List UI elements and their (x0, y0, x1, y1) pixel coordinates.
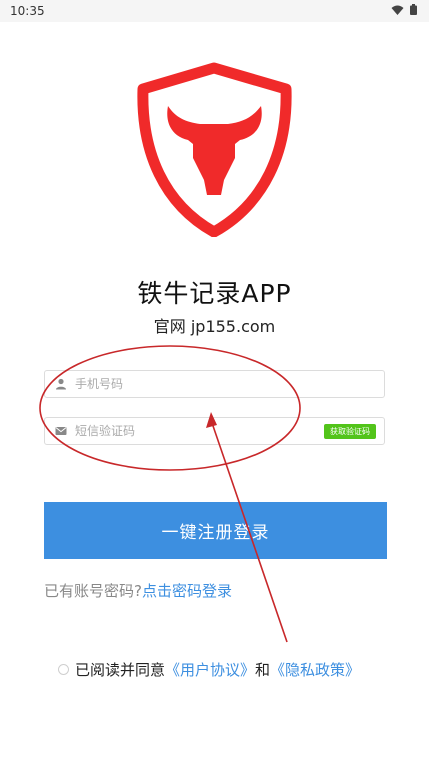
logo-bull-head (167, 106, 262, 195)
user-icon (55, 378, 67, 390)
agreement-line: 已阅读并同意 《用户协议》 和 《隐私政策》 (58, 659, 360, 680)
user-agreement-link[interactable]: 《用户协议》 (165, 659, 255, 680)
app-title: 铁牛记录APP (137, 279, 292, 308)
sms-code-input[interactable] (75, 424, 275, 438)
password-login-line: 已有账号密码?点击密码登录 (44, 580, 232, 601)
status-bar: 10:35 (0, 0, 429, 22)
register-login-button[interactable]: 一键注册登录 (44, 502, 387, 559)
official-site-text: 官网 jp155.com (153, 317, 276, 336)
sms-code-field[interactable]: 获取验证码 (44, 417, 385, 445)
phone-input[interactable] (75, 377, 275, 391)
privacy-policy-link[interactable]: 《隐私政策》 (270, 659, 360, 680)
phone-field[interactable] (44, 370, 385, 398)
agreement-radio[interactable] (58, 664, 69, 675)
password-login-link[interactable]: 点击密码登录 (142, 582, 232, 600)
status-time: 10:35 (10, 4, 45, 18)
wifi-icon (391, 5, 404, 15)
status-icons (391, 4, 417, 15)
bull-shield-logo (137, 62, 292, 237)
get-code-button[interactable]: 获取验证码 (324, 424, 376, 439)
agreement-and: 和 (255, 661, 271, 679)
battery-icon (410, 4, 417, 15)
annotation-ellipse (39, 345, 301, 471)
password-login-prompt: 已有账号密码? (44, 582, 142, 600)
envelope-icon (55, 425, 67, 437)
agreement-text: 已阅读并同意 (75, 661, 166, 679)
